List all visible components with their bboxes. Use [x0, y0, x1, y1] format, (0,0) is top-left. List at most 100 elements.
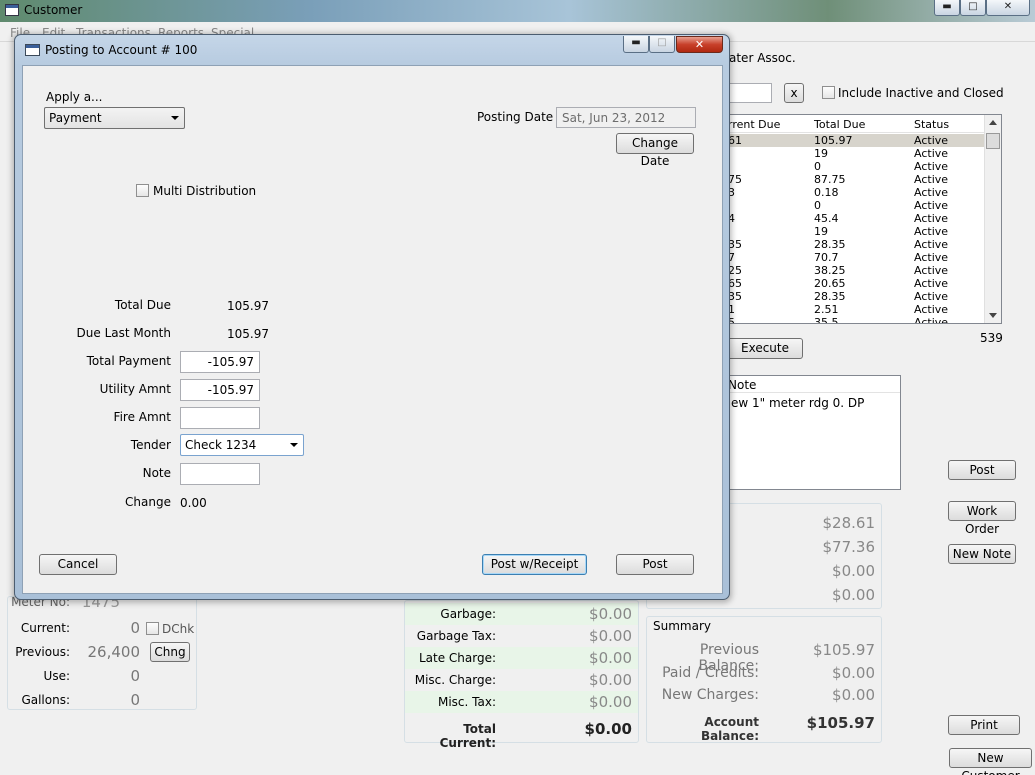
use-row: Use: 0	[8, 665, 198, 689]
total-current-value: $0.00	[584, 720, 632, 738]
cell-status: Active	[914, 147, 949, 160]
dchk-checkbox[interactable]	[146, 622, 159, 635]
table-row[interactable]: 65 20.65 Active	[728, 277, 984, 290]
cancel-button[interactable]: Cancel	[39, 554, 117, 575]
column-total-due[interactable]: Total Due	[814, 118, 865, 131]
charge-row: Late Charge: $0.00	[405, 647, 638, 669]
charge-row: Misc. Charge: $0.00	[405, 669, 638, 691]
dialog-close-button[interactable]: ✕	[676, 36, 723, 53]
cell-total: 35.5	[814, 316, 839, 324]
cell-total: 2.51	[814, 303, 839, 316]
table-row[interactable]: 4 45.4 Active	[728, 212, 984, 225]
customer-list[interactable]: rrent Due Total Due Status 61 105.97 Activ…	[727, 114, 1002, 324]
table-row[interactable]: 5 35.5 Active	[728, 316, 984, 324]
window-title: Customer	[24, 3, 83, 17]
customer-window-titlebar: Customer ▬ □ ✕	[0, 0, 1035, 22]
total-due-label: Total Due	[114, 298, 171, 312]
use-label: Use:	[43, 669, 70, 683]
previous-reading-value: 26,400	[87, 643, 141, 661]
include-inactive-label: Include Inactive and Closed	[838, 86, 1004, 100]
charge-value: $0.00	[589, 693, 632, 711]
association-name: ater Assoc.	[729, 51, 796, 65]
gallons-row: Gallons: 0	[8, 689, 198, 713]
cell-status: Active	[914, 290, 949, 303]
charge-label: Misc. Tax:	[437, 695, 496, 709]
previous-reading-label: Previous:	[15, 645, 70, 659]
scroll-up-icon[interactable]	[989, 120, 997, 125]
total-current-label: Total Current:	[439, 722, 496, 750]
column-status[interactable]: Status	[914, 118, 949, 131]
table-row[interactable]: 35 28.35 Active	[728, 238, 984, 251]
table-row[interactable]: 25 38.25 Active	[728, 264, 984, 277]
clear-search-button[interactable]: x	[784, 83, 804, 103]
cell-total: 105.97	[814, 134, 853, 147]
minimize-button[interactable]: ▬	[934, 0, 960, 16]
apply-type-dropdown[interactable]: Payment	[44, 107, 185, 129]
apply-label: Apply a...	[46, 90, 103, 104]
dialog-post-button[interactable]: Post	[616, 554, 694, 575]
maximize-button[interactable]: □	[960, 0, 986, 16]
notes-list[interactable]: Note ew 1" meter rdg 0. DP	[727, 375, 901, 490]
fire-amnt-input[interactable]	[180, 407, 260, 429]
paid-credits-value: $0.00	[832, 664, 875, 682]
dialog-maximize-button: □	[649, 36, 675, 53]
cell-status: Active	[914, 186, 949, 199]
search-input[interactable]	[729, 83, 772, 103]
dialog-body: Apply a... Payment Posting Date Sat, Jun…	[22, 65, 723, 594]
total-payment-input[interactable]: -105.97	[180, 351, 260, 373]
previous-balance-row: Previous Balance: $105.97	[647, 639, 881, 674]
charge-row: Garbage Tax: $0.00	[405, 625, 638, 647]
table-row[interactable]: 19 Active	[728, 225, 984, 238]
table-row[interactable]: 1 2.51 Active	[728, 303, 984, 316]
change-date-button[interactable]: Change Date	[616, 133, 694, 168]
table-row[interactable]: 75 87.75 Active	[728, 173, 984, 186]
post-with-receipt-button[interactable]: Post w/Receipt	[482, 554, 587, 575]
change-meter-button[interactable]: Chng	[150, 642, 190, 662]
note-entry[interactable]: ew 1" meter rdg 0. DP	[731, 396, 864, 410]
dialog-minimize-button[interactable]: ▬	[623, 36, 649, 53]
table-row[interactable]: 19 Active	[728, 147, 984, 160]
new-customer-button[interactable]: New Customer	[949, 748, 1032, 775]
close-button[interactable]: ✕	[986, 0, 1030, 16]
utility-amnt-input[interactable]: -105.97	[180, 379, 260, 401]
table-row[interactable]: 3 0.18 Active	[728, 186, 984, 199]
tender-dropdown[interactable]: Check 1234	[180, 434, 304, 456]
notes-column-note[interactable]: Note	[728, 378, 756, 392]
table-row[interactable]: 61 105.97 Active	[728, 134, 984, 147]
cell-total: 45.4	[814, 212, 839, 225]
table-row[interactable]: 35 28.35 Active	[728, 290, 984, 303]
work-order-button[interactable]: Work Order	[948, 501, 1016, 536]
cell-total: 87.75	[814, 173, 846, 186]
table-row[interactable]: 7 70.7 Active	[728, 251, 984, 264]
multi-distribution-checkbox[interactable]	[136, 184, 149, 197]
execute-button[interactable]: Execute	[727, 338, 803, 359]
aging-value: $0.00	[832, 562, 875, 580]
chevron-down-icon	[171, 116, 179, 120]
column-current-due[interactable]: rrent Due	[728, 118, 780, 131]
cell-status: Active	[914, 316, 949, 324]
multi-distribution-label: Multi Distribution	[153, 184, 257, 198]
scroll-thumb[interactable]	[986, 133, 1000, 149]
aging-value: $0.00	[832, 586, 875, 604]
table-row[interactable]: 0 Active	[728, 199, 984, 212]
scroll-down-icon[interactable]	[989, 313, 997, 318]
charge-value: $0.00	[589, 649, 632, 667]
notes-header: Note	[728, 376, 900, 393]
gallons-value: 0	[130, 691, 140, 709]
note-label: Note	[142, 466, 171, 480]
note-input[interactable]	[180, 463, 260, 485]
charge-row: Misc. Tax: $0.00	[405, 691, 638, 713]
use-value: 0	[130, 667, 140, 685]
cell-status: Active	[914, 303, 949, 316]
post-button[interactable]: Post	[948, 460, 1016, 480]
table-row[interactable]: 0 Active	[728, 160, 984, 173]
tender-label: Tender	[130, 438, 171, 452]
customer-list-scrollbar[interactable]	[984, 115, 1001, 323]
summary-title: Summary	[653, 619, 711, 633]
posting-dialog: Posting to Account # 100 ▬ □ ✕ Apply a..…	[14, 34, 730, 600]
new-note-button[interactable]: New Note	[948, 544, 1016, 564]
previous-balance-value: $105.97	[812, 641, 875, 659]
print-button[interactable]: Print	[948, 715, 1020, 735]
include-inactive-checkbox[interactable]	[822, 86, 835, 99]
account-balance-label: Account Balance:	[700, 715, 759, 743]
